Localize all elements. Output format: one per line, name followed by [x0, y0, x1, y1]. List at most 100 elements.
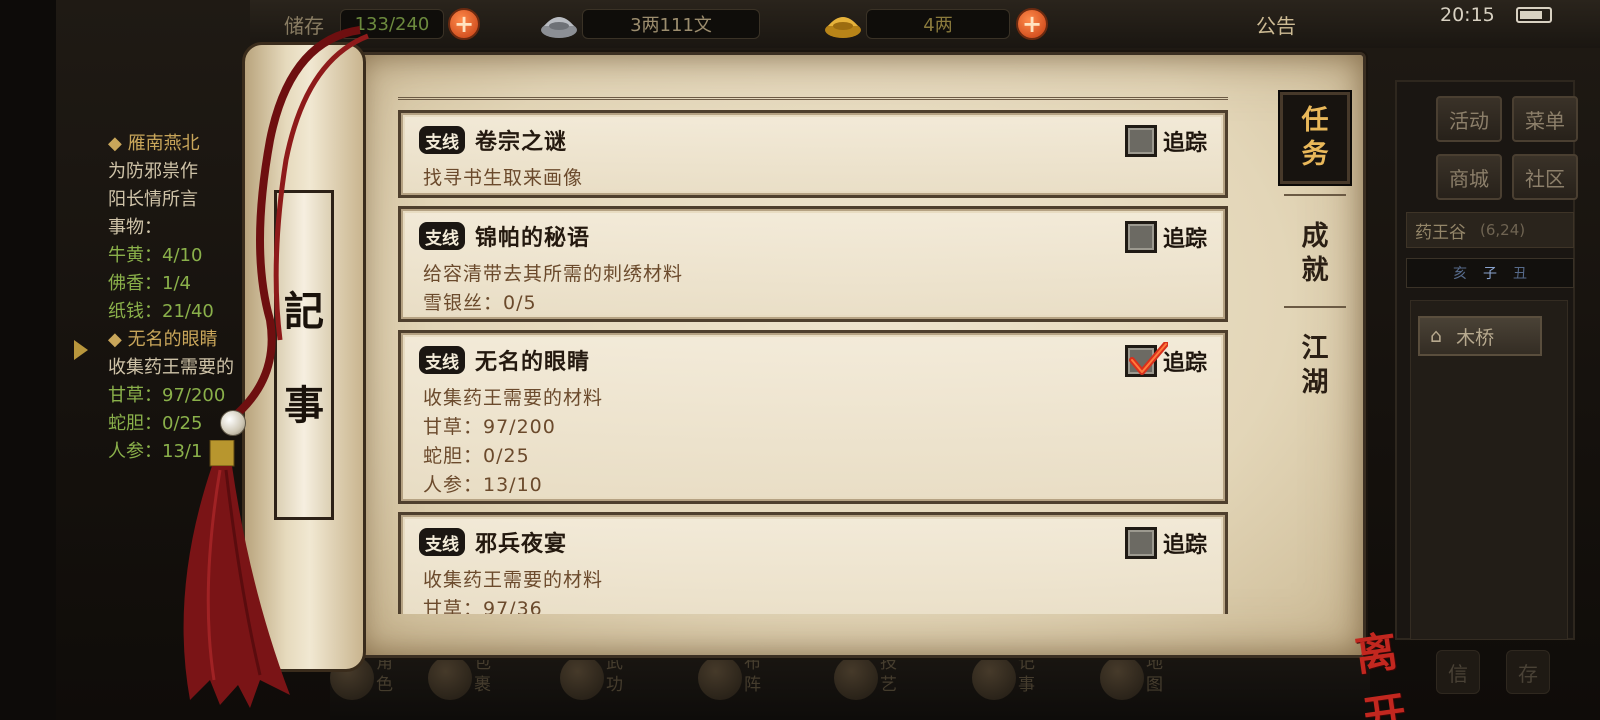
battery-icon — [1516, 7, 1552, 23]
track-label: 追踪 — [1162, 227, 1207, 252]
silver-amount: 3两111文 — [582, 9, 760, 39]
tab-divider — [1284, 194, 1346, 196]
bottom-item-label: 技艺 — [880, 653, 897, 695]
map-place-tag[interactable]: ⌂ 木桥 — [1418, 316, 1542, 356]
tab-char: 就 — [1301, 255, 1329, 286]
silver-icon — [541, 17, 577, 38]
clock: 20:15 — [1440, 4, 1495, 26]
quest-header: 支线 邪兵夜宴 — [419, 527, 567, 557]
bottom-item-crafting[interactable]: 技艺 — [826, 652, 916, 712]
add-bag-button[interactable]: + — [448, 8, 480, 40]
quest-requirement: 人参：13/10 — [423, 474, 543, 496]
quest-description: 给容清带去其所需的刺绣材料 — [423, 263, 684, 285]
track-checkbox[interactable] — [1124, 125, 1157, 157]
bottom-item-label: 角色 — [376, 653, 393, 695]
tab-char: 任 — [1301, 105, 1329, 136]
track-label: 追踪 — [1162, 351, 1207, 376]
tab-char: 务 — [1301, 139, 1329, 170]
quest-list[interactable]: 支线 卷宗之谜 找寻书生取来画像 追踪 支线 锦帕的秘语 给容清带去其所需的刺绣… — [398, 96, 1228, 614]
quest-requirement: 雪银丝：0/5 — [423, 292, 537, 314]
quest-card[interactable]: 支线 锦帕的秘语 给容清带去其所需的刺绣材料 雪银丝：0/5 追踪 — [398, 206, 1228, 322]
track-label: 追踪 — [1162, 533, 1207, 558]
quest-card[interactable]: 支线 无名的眼睛 收集药王需要的材料 甘草：97/200 蛇胆：0/25 人参：… — [398, 330, 1228, 504]
time-prev: 亥 — [1453, 266, 1467, 282]
house-icon: ⌂ — [1430, 325, 1443, 347]
expand-tracker-arrow-icon[interactable] — [74, 340, 88, 360]
map-place-name: 木桥 — [1456, 326, 1495, 349]
map-icon — [1100, 656, 1144, 700]
mail-button[interactable]: 信 — [1436, 650, 1480, 694]
time-next: 丑 — [1513, 266, 1527, 282]
tab-jianghu[interactable]: 江 湖 — [1280, 332, 1350, 400]
location-coord: (6,24) — [1480, 221, 1526, 239]
formation-icon — [698, 656, 742, 700]
bottom-item-journal[interactable]: 记事 — [964, 652, 1054, 712]
quest-header: 支线 锦帕的秘语 — [419, 221, 590, 251]
tab-achievements[interactable]: 成 就 — [1280, 220, 1350, 288]
quest-type-tag: 支线 — [419, 528, 465, 556]
tab-char: 江 — [1301, 333, 1329, 364]
tab-divider — [1284, 306, 1346, 308]
bottom-item-map[interactable]: 地图 — [1092, 652, 1182, 712]
quest-title: 卷宗之谜 — [475, 130, 568, 155]
track-toggle[interactable]: 追踪 — [1124, 527, 1207, 559]
tassel — [183, 440, 290, 708]
time-current: 子 — [1483, 266, 1497, 282]
quest-header: 支线 卷宗之谜 — [419, 125, 567, 155]
location-name: 药王谷 — [1415, 222, 1466, 243]
bottom-item-label: 地图 — [1146, 653, 1163, 695]
track-checkbox[interactable] — [1124, 527, 1157, 559]
activity-button[interactable]: 活动 — [1436, 96, 1502, 142]
exit-button[interactable]: 离开 — [1351, 613, 1433, 720]
track-toggle[interactable]: 追踪 — [1124, 342, 1207, 377]
menu-button[interactable]: 菜单 — [1512, 96, 1578, 142]
martial-arts-icon — [560, 656, 604, 700]
bottom-item-bag[interactable]: 包裹 — [420, 652, 510, 712]
crafting-icon — [834, 656, 878, 700]
journal-icon — [972, 656, 1016, 700]
quest-description: 收集药王需要的材料 — [423, 387, 604, 409]
quest-requirement: 甘草：97/36 — [423, 598, 543, 614]
bag-icon — [428, 656, 472, 700]
quest-requirement: 蛇胆：0/25 — [423, 445, 530, 467]
quest-type-tag: 支线 — [419, 222, 465, 250]
quest-header: 支线 无名的眼睛 — [419, 345, 590, 375]
tab-tasks[interactable]: 任 务 — [1280, 92, 1350, 184]
quest-type-tag: 支线 — [419, 126, 465, 154]
quest-type-tag: 支线 — [419, 346, 465, 374]
track-label: 追踪 — [1162, 131, 1207, 156]
community-button[interactable]: 社区 — [1512, 154, 1578, 200]
journal-tabs: 任 务 成 就 江 湖 — [1280, 86, 1350, 626]
quest-card[interactable]: 支线 卷宗之谜 找寻书生取来画像 追踪 — [398, 110, 1228, 198]
gold-amount: 4两 — [866, 9, 1010, 39]
track-toggle[interactable]: 追踪 — [1124, 221, 1207, 253]
quest-description: 找寻书生取来画像 — [423, 167, 584, 189]
location-display: 药王谷 (6,24) — [1406, 212, 1574, 248]
gold-icon — [825, 17, 861, 38]
track-checkbox[interactable] — [1124, 221, 1157, 253]
notice-button[interactable]: 公告 — [1256, 10, 1296, 39]
add-gold-button[interactable]: + — [1016, 8, 1048, 40]
checkmark-icon — [1128, 342, 1168, 375]
bottom-item-label: 包裹 — [474, 653, 491, 695]
track-toggle[interactable]: 追踪 — [1124, 125, 1207, 157]
bottom-item-label: 记事 — [1018, 653, 1035, 695]
bottom-item-formation[interactable]: 布阵 — [690, 652, 780, 712]
quest-description: 收集药王需要的材料 — [423, 569, 604, 591]
quest-title: 锦帕的秘语 — [475, 226, 591, 251]
save-button[interactable]: 存 — [1506, 650, 1550, 694]
bottom-item-label: 布阵 — [744, 653, 761, 695]
tassel-cord — [227, 26, 369, 424]
bottom-item-skills[interactable]: 武功 — [552, 652, 642, 712]
tab-char: 成 — [1301, 221, 1329, 252]
tab-char: 湖 — [1301, 367, 1329, 398]
bottom-item-label: 武功 — [606, 653, 623, 695]
tassel-bead — [220, 410, 246, 436]
quest-card[interactable]: 支线 邪兵夜宴 收集药王需要的材料 甘草：97/36 追踪 — [398, 512, 1228, 614]
shop-button[interactable]: 商城 — [1436, 154, 1502, 200]
quest-title: 邪兵夜宴 — [475, 532, 568, 557]
time-strip: 亥 子 丑 — [1406, 258, 1574, 288]
quest-title: 无名的眼睛 — [475, 350, 591, 375]
track-checkbox-checked[interactable] — [1124, 342, 1168, 377]
quest-requirement: 甘草：97/200 — [423, 416, 556, 438]
